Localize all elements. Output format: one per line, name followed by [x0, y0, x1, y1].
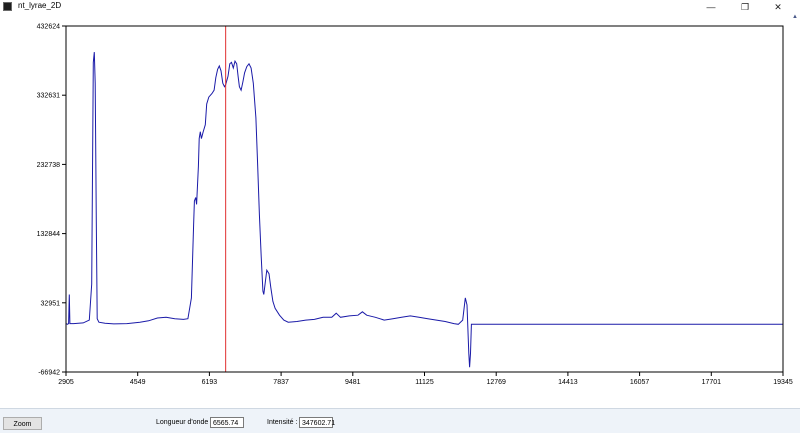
y-tick-label: 232738 — [37, 162, 60, 169]
y-tick-label: 32951 — [41, 300, 61, 307]
x-tick-label: 7837 — [273, 379, 289, 386]
title-bar: nt_lyrae_2D — ❐ ✕ — [0, 0, 800, 14]
x-tick-label: 11125 — [415, 379, 434, 386]
spectrum-line — [65, 52, 783, 368]
wavelength-value: 6565.74 — [210, 417, 244, 428]
x-tick-label: 16057 — [630, 379, 650, 386]
y-axis: 432624 332631 232738 132844 32951 -66942 — [37, 24, 66, 377]
y-tick-label: 132844 — [37, 231, 60, 238]
y-tick-label: 332631 — [37, 93, 60, 100]
x-axis: 2905 4549 6193 7837 9481 11125 12769 14413 16057… — [58, 372, 793, 386]
close-button[interactable]: ✕ — [764, 0, 792, 14]
x-tick-label: 12769 — [486, 379, 506, 386]
intensity-label: Intensité : — [267, 419, 298, 426]
x-tick-label: 19345 — [773, 379, 793, 386]
x-tick-label: 2905 — [58, 379, 74, 386]
y-tick-label: 432624 — [37, 24, 60, 31]
window-title: nt_lyrae_2D — [18, 1, 62, 10]
x-tick-label: 4549 — [130, 379, 146, 386]
series-layer — [65, 52, 783, 368]
minimize-button[interactable]: — — [697, 0, 725, 14]
y-tick-label: -66942 — [38, 370, 60, 377]
spectrum-chart[interactable]: 432624 332631 232738 132844 32951 -66942 2905… — [0, 14, 800, 407]
intensity-value: 347602.71 — [299, 417, 335, 428]
status-bar: Zoom Longueur d'onde : 6565.74 Intensité… — [0, 408, 800, 433]
zoom-button[interactable]: Zoom — [3, 417, 42, 430]
restore-button[interactable]: ❐ — [731, 0, 759, 14]
chart-svg[interactable]: 432624 332631 232738 132844 32951 -66942 2905… — [0, 14, 800, 407]
x-tick-label: 17701 — [702, 379, 722, 386]
x-tick-label: 9481 — [345, 379, 361, 386]
x-tick-label: 6193 — [202, 379, 218, 386]
wavelength-label: Longueur d'onde : — [156, 419, 213, 426]
app-icon — [3, 2, 12, 11]
plot-frame — [65, 25, 784, 373]
x-tick-label: 14413 — [558, 379, 578, 386]
